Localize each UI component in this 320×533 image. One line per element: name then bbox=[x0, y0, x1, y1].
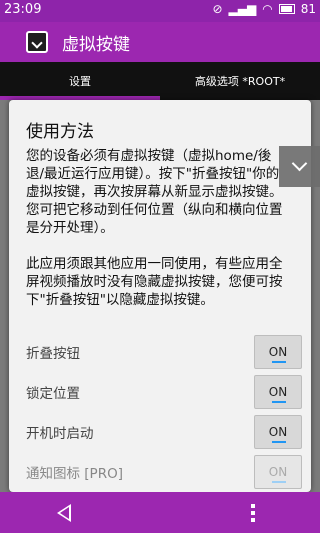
dialog-body: 您的设备必须有虚拟按键（虚拟home/後退/最近运行应用键）。按下"折叠按钮"你… bbox=[26, 147, 286, 309]
usage-dialog: 使用方法 您的设备必须有虚拟按键（虚拟home/後退/最近运行应用键）。按下"折… bbox=[9, 100, 311, 492]
dialog-title: 使用方法 bbox=[26, 122, 94, 142]
floating-expand-button[interactable] bbox=[279, 146, 320, 187]
wifi-icon: ◠ bbox=[262, 2, 273, 16]
back-icon[interactable] bbox=[57, 504, 71, 522]
status-time: 23:09 bbox=[4, 2, 42, 17]
status-icons: ⊘ ▂▄▆ ◠ 81 bbox=[212, 2, 316, 16]
start-on-boot-toggle[interactable]: ON bbox=[254, 415, 302, 449]
notification-icon-toggle: ON bbox=[254, 455, 302, 489]
menu-icon[interactable] bbox=[251, 504, 255, 522]
tab-label: 设置 bbox=[69, 75, 91, 88]
setting-label: 折叠按钮 bbox=[26, 346, 80, 362]
setting-row-start-on-boot: 开机时启动 ON bbox=[26, 415, 302, 449]
setting-row-lock-position: 锁定位置 ON bbox=[26, 375, 302, 409]
dialog-paragraph: 您的设备必须有虚拟按键（虚拟home/後退/最近运行应用键）。按下"折叠按钮"你… bbox=[26, 148, 283, 236]
signal-icon: ▂▄▆ bbox=[228, 2, 257, 16]
setting-row-collapse-button: 折叠按钮 ON bbox=[26, 335, 302, 369]
tab-advanced[interactable]: 高级选项 *ROOT* bbox=[160, 62, 320, 100]
mute-icon: ⊘ bbox=[212, 2, 223, 16]
tab-label: 高级选项 *ROOT* bbox=[194, 75, 286, 88]
nav-bar bbox=[0, 492, 320, 533]
tab-bar: 设置 高级选项 *ROOT* bbox=[0, 62, 320, 100]
setting-label: 开机时启动 bbox=[26, 426, 94, 442]
setting-row-notification-icon: 通知图标 [PRO] ON bbox=[26, 455, 302, 489]
collapse-button-toggle[interactable]: ON bbox=[254, 335, 302, 369]
app-bar: 虚拟按键 bbox=[0, 22, 320, 62]
setting-label: 锁定位置 bbox=[26, 386, 80, 402]
lock-position-toggle[interactable]: ON bbox=[254, 375, 302, 409]
chevron-down-icon bbox=[291, 155, 308, 172]
battery-icon bbox=[278, 4, 295, 14]
battery-level: 81 bbox=[300, 2, 316, 16]
app-collapse-icon[interactable] bbox=[26, 31, 48, 53]
dialog-paragraph: 此应用须跟其他应用一同使用，有些应用全屏视频播放时没有隐藏虚拟按键，您便可按下"… bbox=[26, 256, 283, 308]
tab-settings[interactable]: 设置 bbox=[0, 62, 160, 100]
status-bar: 23:09 ⊘ ▂▄▆ ◠ 81 bbox=[0, 0, 320, 22]
setting-label: 通知图标 [PRO] bbox=[26, 466, 123, 482]
app-title: 虚拟按键 bbox=[62, 34, 130, 55]
